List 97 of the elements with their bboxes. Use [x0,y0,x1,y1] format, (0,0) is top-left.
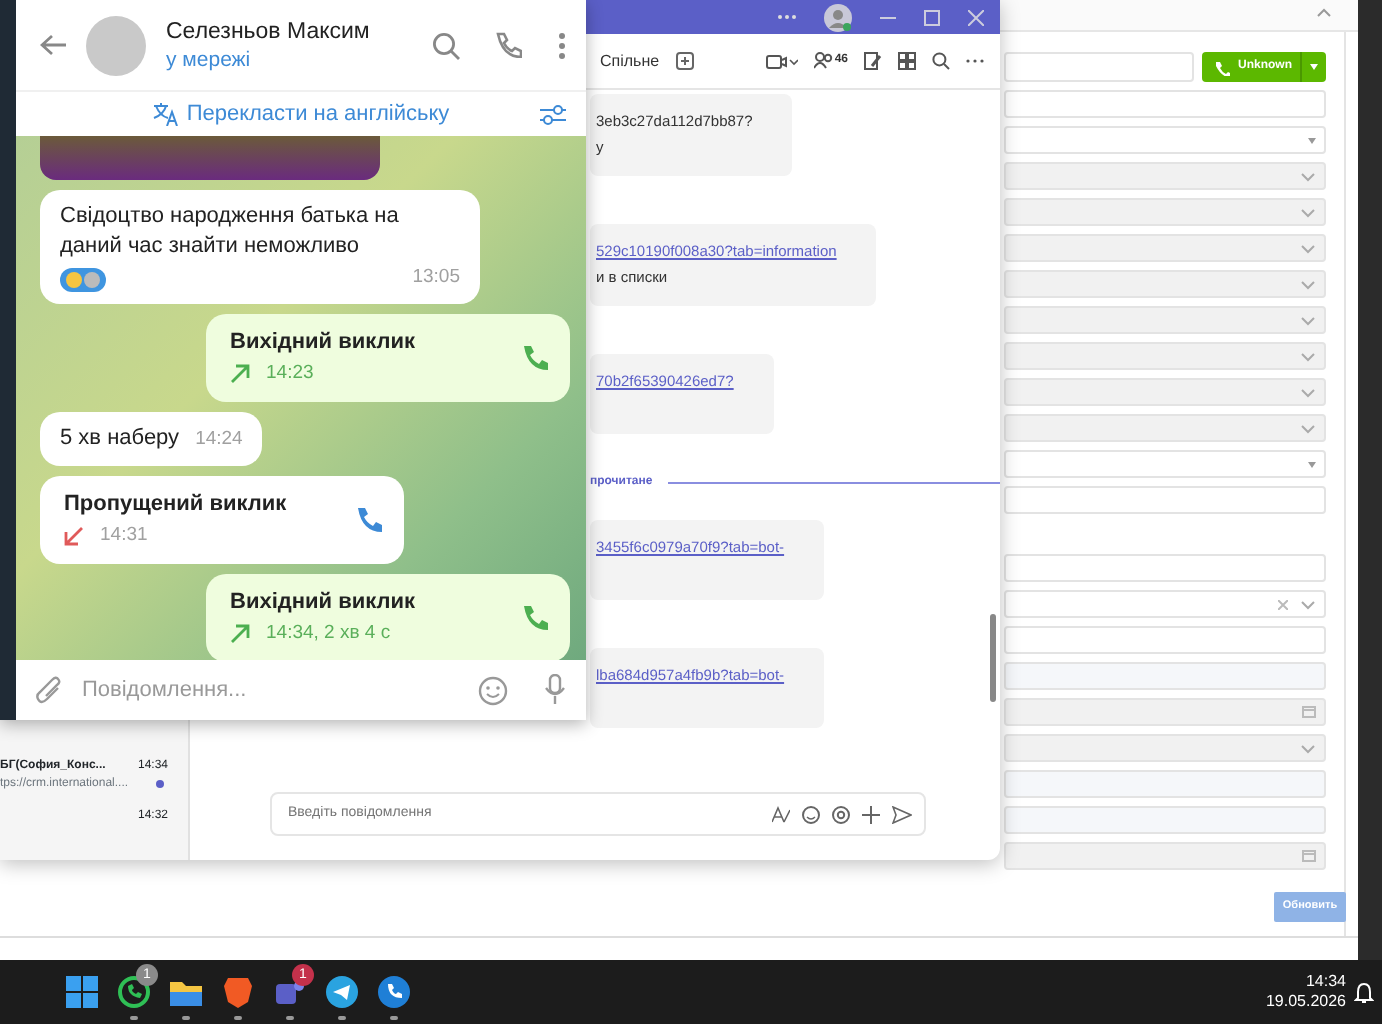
chevron-down-icon [1300,423,1316,433]
select-field[interactable] [1004,270,1326,298]
online-status: у мережі [166,45,253,73]
call-time: 14:31 [100,522,148,550]
apps-icon[interactable] [898,52,916,70]
chevron-down-icon [1300,279,1316,289]
reaction-badge[interactable] [60,268,106,292]
form-field[interactable] [1004,554,1326,582]
select-field[interactable] [1004,198,1326,226]
phone-icon [1214,59,1230,75]
select-field[interactable] [1004,234,1326,262]
shield-icon [222,976,254,1008]
chat-bubble-icon [118,976,150,1008]
form-field[interactable] [1004,90,1326,118]
calendar-icon [1302,706,1316,718]
video-call-icon[interactable] [766,53,799,69]
shared-tab[interactable]: Спільне [600,49,660,73]
phone-icon[interactable] [522,604,550,632]
call-title: Пропущений виклик [64,490,287,520]
caret-icon [1308,461,1316,467]
attach-icon[interactable] [36,676,62,704]
photo-placeholder[interactable] [40,136,380,180]
chevron-down-icon [1300,207,1316,217]
calendar-icon [1302,850,1316,862]
plus-icon[interactable] [862,805,880,823]
select-field[interactable] [1004,414,1326,442]
scrollbar-thumb[interactable] [990,614,996,702]
translate-icon [152,102,179,126]
message-time: 13:05 [412,264,460,292]
caret-icon [1308,137,1316,143]
phone-icon[interactable] [522,344,550,372]
maximize-icon[interactable] [924,9,940,25]
send-icon[interactable] [892,805,912,823]
chevron-down-icon [1300,599,1316,609]
form-field[interactable] [1004,626,1326,654]
search-icon[interactable] [432,31,460,59]
scrollbar[interactable] [1358,0,1382,960]
microphone-icon[interactable] [544,674,566,706]
add-tab-icon[interactable] [675,52,694,70]
chevron-down-icon [1300,743,1316,753]
emoji-icon[interactable] [478,675,508,705]
phone-icon[interactable] [356,506,384,534]
message-text: Свідоцтво народження батька на даний час знайти неможливо [60,204,399,258]
message-text: 5 хв наберу [60,426,180,450]
message-time: 14:24 [195,428,243,450]
caret-icon [1310,64,1318,70]
avatar[interactable] [86,15,146,75]
more-icon[interactable] [778,14,796,20]
date-field[interactable] [1004,842,1326,870]
settings-sliders-icon[interactable] [540,104,566,126]
emoji-icon [66,272,82,288]
select-field[interactable] [1004,342,1326,370]
more-icon[interactable] [966,58,984,64]
call-title: Вихідний виклик [230,328,416,358]
phone-icon [378,976,410,1008]
call-title: Вихідний виклик [230,588,416,618]
edit-icon[interactable] [864,52,882,70]
select-field[interactable] [1004,590,1326,618]
format-icon[interactable] [772,805,790,823]
call-time: 14:34, 2 хв 4 с [266,620,391,648]
call-time: 14:23 [266,360,314,388]
chevron-down-icon [1300,351,1316,361]
chevron-up-icon[interactable] [1316,6,1332,18]
form-field[interactable] [1004,486,1326,514]
select-field[interactable] [1004,126,1326,154]
start-icon [66,976,98,1008]
emoji-icon[interactable] [802,805,820,823]
close-icon[interactable] [968,9,984,25]
phone-field[interactable] [1004,52,1194,82]
select-field[interactable] [1004,734,1326,762]
form-field[interactable] [1004,770,1326,798]
phone-icon[interactable] [496,32,522,58]
select-field[interactable] [1004,450,1326,478]
chevron-down-icon [1300,171,1316,181]
chevron-down-icon [1300,387,1316,397]
form-field[interactable] [1004,806,1326,834]
translate-button[interactable]: Перекласти на англійську [152,97,450,131]
folder-icon [170,976,202,1008]
select-field[interactable] [1004,162,1326,190]
people-icon [814,52,835,70]
back-arrow-icon[interactable] [40,34,66,56]
clock-time[interactable]: 14:34 [1265,972,1346,992]
select-field[interactable] [1004,306,1326,334]
paper-plane-icon [326,976,358,1008]
more-icon[interactable] [558,31,566,59]
chevron-down-icon [1300,315,1316,325]
chevron-down-icon [1300,243,1316,253]
clock-date[interactable]: 19.05.2026 [1265,992,1346,1012]
avatar-icon[interactable] [824,3,852,31]
form-field[interactable] [1004,662,1326,690]
avatar-icon [84,272,100,288]
date-field[interactable] [1004,698,1326,726]
bell-icon[interactable] [1354,981,1374,1003]
clear-icon [1278,599,1288,609]
contact-name[interactable]: Селезньов Максим [166,17,412,45]
select-field[interactable] [1004,378,1326,406]
search-icon[interactable] [932,52,950,70]
